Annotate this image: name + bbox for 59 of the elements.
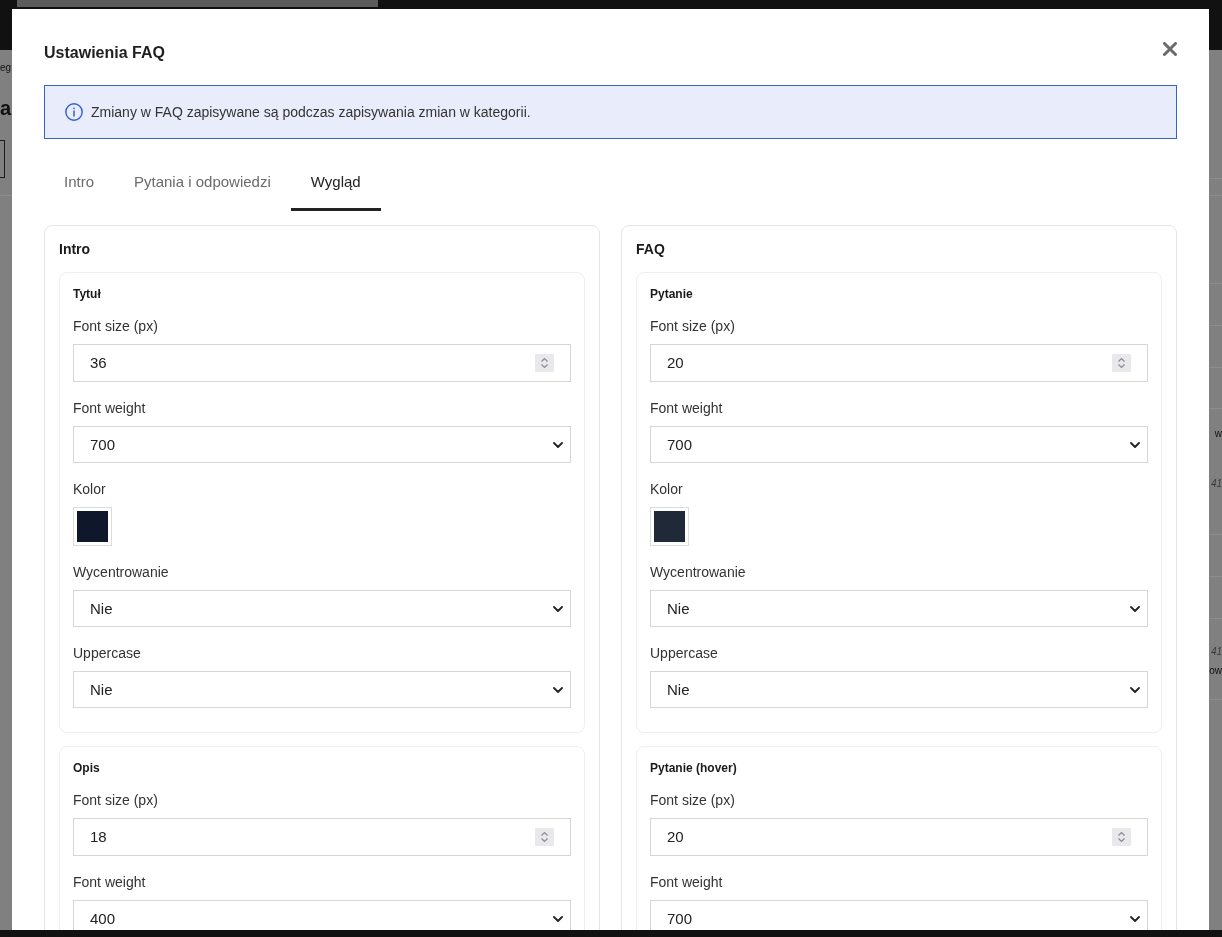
panel-title: FAQ xyxy=(636,240,666,259)
info-icon xyxy=(65,103,83,121)
field-label: Wycentrowanie xyxy=(650,563,747,582)
group-title: Tytuł xyxy=(73,286,102,302)
select-dropdown[interactable]: Nie xyxy=(73,671,571,708)
field-label: Kolor xyxy=(73,480,107,499)
chevron-down-icon xyxy=(553,441,563,448)
field-label: Font size (px) xyxy=(650,791,736,810)
select-dropdown[interactable]: Nie xyxy=(73,590,571,627)
select-dropdown[interactable]: 700 xyxy=(73,426,571,463)
spinner-icon[interactable] xyxy=(1112,828,1131,846)
select-dropdown[interactable]: Nie xyxy=(650,671,1148,708)
field-label: Font size (px) xyxy=(73,791,159,810)
close-icon xyxy=(1163,42,1177,56)
field-label: Kolor xyxy=(650,480,684,499)
spinner-icon[interactable] xyxy=(535,828,554,846)
field-label: Font weight xyxy=(650,399,724,418)
dialog-title: Ustawienia FAQ xyxy=(44,43,165,63)
field-label: Uppercase xyxy=(650,644,719,663)
field-label: Uppercase xyxy=(73,644,142,663)
select-dropdown[interactable]: 400 xyxy=(73,900,571,930)
close-button[interactable] xyxy=(1163,42,1177,56)
group-title: Opis xyxy=(73,760,101,776)
chevron-down-icon xyxy=(553,915,563,922)
number-input[interactable]: 36 xyxy=(73,344,571,382)
alert-text: Zmiany w FAQ zapisywane są podczas zapisywania zmian w kategorii. xyxy=(91,103,531,122)
panel-title: Intro xyxy=(59,240,92,259)
spinner-icon[interactable] xyxy=(535,354,554,372)
spinner-icon[interactable] xyxy=(1112,354,1131,372)
tab[interactable]: Intro xyxy=(44,156,114,211)
field-label: Wycentrowanie xyxy=(73,563,170,582)
text-fragment: 41 xyxy=(1209,645,1222,659)
number-input[interactable]: 18 xyxy=(73,818,571,856)
text-fragment: 41 xyxy=(1209,477,1222,491)
field-label: Font weight xyxy=(650,873,724,892)
group-title: Pytanie (hover) xyxy=(650,760,738,776)
breadcrumb-fragment: eg xyxy=(0,61,12,75)
tab[interactable]: Wygląd xyxy=(290,156,381,211)
tab[interactable]: Pytania i odpowiedzi xyxy=(114,156,291,211)
select-dropdown[interactable]: 700 xyxy=(650,900,1148,930)
field-label: Font weight xyxy=(73,399,147,418)
heading-fragment: a xyxy=(0,96,12,120)
number-input[interactable]: 20 xyxy=(650,818,1148,856)
group-title: Pytanie xyxy=(650,286,694,302)
chevron-down-icon xyxy=(553,605,563,612)
chevron-down-icon xyxy=(1130,686,1140,693)
field-label: Font size (px) xyxy=(650,317,736,336)
chevron-down-icon xyxy=(553,686,563,693)
chevron-down-icon xyxy=(1130,441,1140,448)
text-fragment: w xyxy=(1213,427,1222,441)
select-dropdown[interactable]: Nie xyxy=(650,590,1148,627)
select-dropdown[interactable]: 700 xyxy=(650,426,1148,463)
field-label: Font weight xyxy=(73,873,147,892)
chevron-down-icon xyxy=(1130,915,1140,922)
chevron-down-icon xyxy=(1130,605,1140,612)
number-input[interactable]: 20 xyxy=(650,344,1148,382)
outlined-box xyxy=(0,140,5,178)
field-label: Font size (px) xyxy=(73,317,159,336)
text-fragment: ow xyxy=(1209,664,1222,678)
